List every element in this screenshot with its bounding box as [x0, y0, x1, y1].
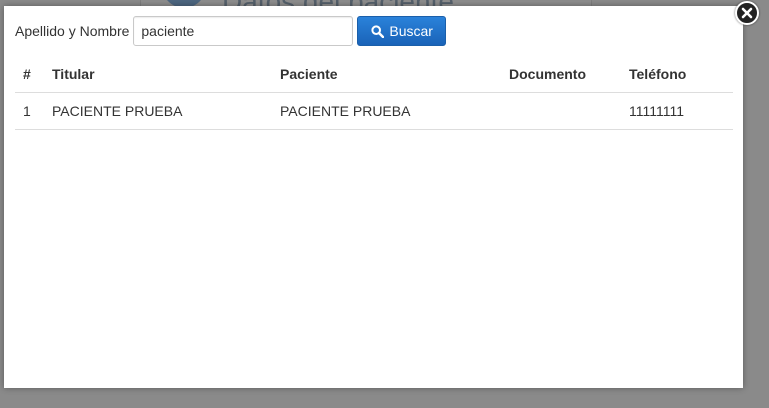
cell-documento	[501, 92, 621, 130]
cell-telefono: 11111111	[621, 92, 733, 130]
cell-titular: PACIENTE PRUEBA	[44, 92, 272, 130]
search-form: Apellido y Nombre Buscar	[15, 16, 446, 46]
header-telefono[interactable]: Teléfono	[621, 56, 733, 93]
search-modal: Apellido y Nombre Buscar # Titular Pacie…	[4, 1, 759, 388]
search-button-label: Buscar	[389, 23, 433, 39]
header-paciente[interactable]: Paciente	[272, 56, 501, 93]
cell-num: 1	[15, 92, 44, 130]
results-table: # Titular Paciente Documento Teléfono 1 …	[15, 56, 733, 130]
header-documento[interactable]: Documento	[501, 56, 621, 93]
table-header-row: # Titular Paciente Documento Teléfono	[15, 56, 733, 93]
table-row[interactable]: 1 PACIENTE PRUEBA PACIENTE PRUEBA 111111…	[15, 92, 733, 130]
close-button[interactable]	[735, 1, 759, 25]
cell-paciente: PACIENTE PRUEBA	[272, 92, 501, 130]
header-titular[interactable]: Titular	[44, 56, 272, 93]
search-button[interactable]: Buscar	[357, 16, 446, 46]
search-input[interactable]	[133, 16, 354, 46]
search-icon	[371, 24, 385, 38]
search-label: Apellido y Nombre	[15, 23, 130, 39]
header-num[interactable]: #	[15, 56, 44, 93]
close-icon	[741, 7, 753, 19]
